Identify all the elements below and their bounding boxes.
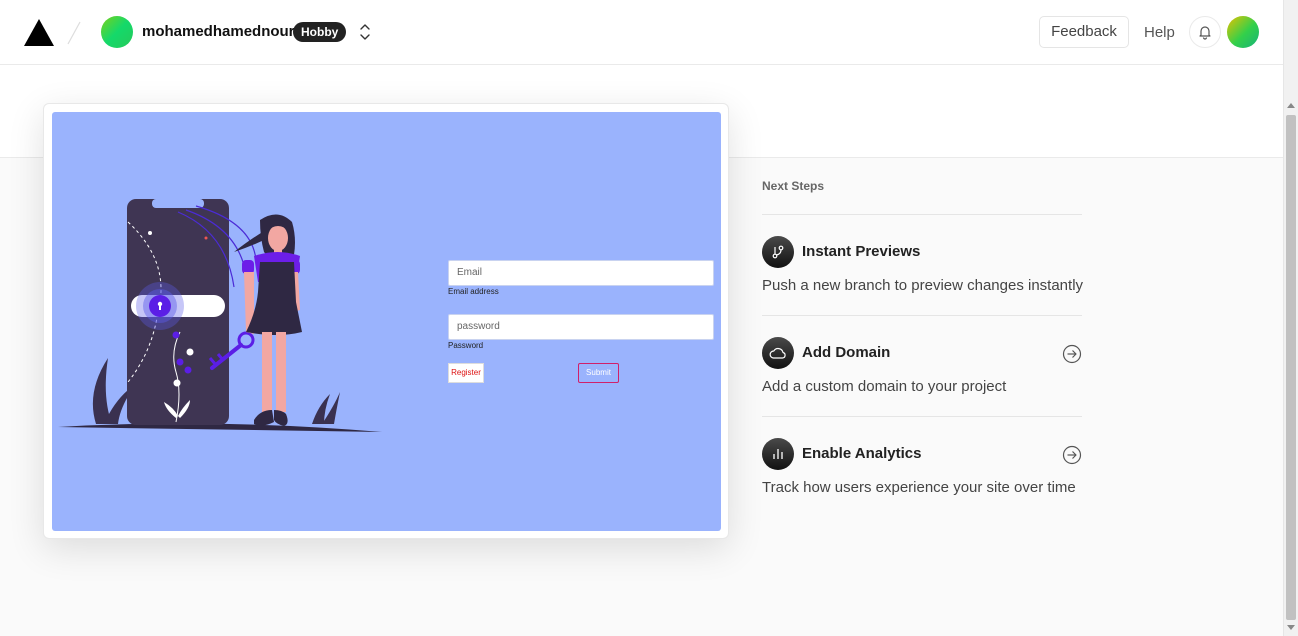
feedback-button[interactable]: Feedback xyxy=(1039,16,1129,48)
preview-email-label: Email address xyxy=(448,287,499,296)
bell-icon xyxy=(1199,26,1211,40)
scrollbar-thumb[interactable] xyxy=(1286,115,1296,620)
team-name[interactable]: mohamedhamednour xyxy=(142,23,295,40)
user-avatar[interactable] xyxy=(1227,16,1259,48)
next-step-title: Instant Previews xyxy=(802,243,921,260)
vercel-logo-icon[interactable] xyxy=(24,19,54,46)
git-branch-icon xyxy=(762,236,794,268)
scroll-up-arrow-icon[interactable] xyxy=(1287,103,1295,108)
scroll-down-arrow-icon[interactable] xyxy=(1287,625,1295,630)
preview-password-label: Password xyxy=(448,341,484,350)
deployment-preview-card[interactable]: Email Email address password Password Re… xyxy=(43,103,729,539)
chevron-up-down-icon[interactable] xyxy=(356,22,374,42)
next-step-description: Push a new branch to preview changes ins… xyxy=(762,277,1084,294)
arrow-right-circle-icon[interactable] xyxy=(1062,344,1082,364)
next-step-description: Add a custom domain to your project xyxy=(762,378,1007,395)
notifications-button[interactable] xyxy=(1189,16,1221,48)
cloud-icon xyxy=(762,337,794,369)
preview-email-input: Email xyxy=(448,260,714,286)
deployment-screenshot: Email Email address password Password Re… xyxy=(52,112,721,531)
team-avatar[interactable] xyxy=(101,16,133,48)
plan-badge: Hobby xyxy=(293,22,347,42)
bar-chart-icon xyxy=(762,438,794,470)
top-navigation-bar: mohamedhamednour Hobby Feedback Help xyxy=(0,0,1283,65)
arrow-right-circle-icon[interactable] xyxy=(1062,445,1082,465)
next-step-description: Track how users experience your site ove… xyxy=(762,479,1076,496)
login-illustration xyxy=(58,199,382,432)
breadcrumb-separator-icon xyxy=(67,21,81,45)
page-scrollbar[interactable] xyxy=(1283,0,1298,636)
next-steps-title: Next Steps xyxy=(762,179,825,193)
next-step-title: Add Domain xyxy=(802,344,891,361)
preview-password-input: password xyxy=(448,314,714,340)
preview-register-button: Register xyxy=(448,363,484,383)
next-step-instant-previews[interactable]: Instant Previews Push a new branch to pr… xyxy=(762,214,1084,315)
next-step-title: Enable Analytics xyxy=(802,445,922,462)
next-step-add-domain[interactable]: Add Domain Add a custom domain to your p… xyxy=(762,315,1082,416)
preview-submit-button: Submit xyxy=(578,363,619,383)
help-link[interactable]: Help xyxy=(1144,24,1175,41)
next-step-enable-analytics[interactable]: Enable Analytics Track how users experie… xyxy=(762,416,1082,517)
